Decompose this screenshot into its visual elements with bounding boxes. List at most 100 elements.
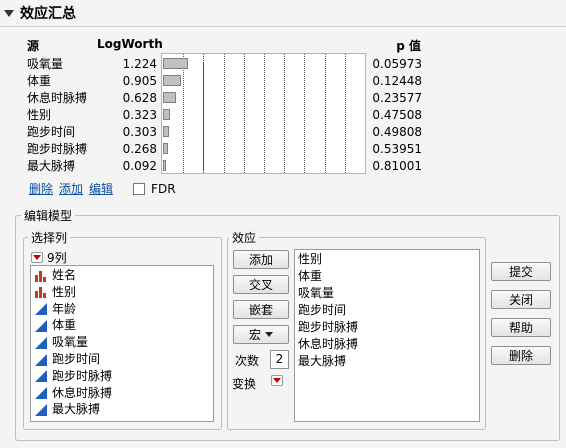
column-name: 体重 [52,318,77,333]
effect-source: 性别 [27,108,52,122]
submit-button[interactable]: 提交 [491,262,551,281]
macro-button[interactable]: 宏 [233,325,289,344]
select-columns-legend: 选择列 [28,229,71,246]
pvalue-value: 0.49808 [372,125,422,139]
effect-source: 最大脉搏 [27,159,76,173]
column-name: 休息时脉搏 [52,385,113,400]
effect-source: 跑步时脉搏 [27,142,88,156]
column-list-item[interactable]: 休息时脉搏 [35,385,112,402]
add-link[interactable]: 添加 [59,180,83,197]
nest-button[interactable]: 嵌套 [233,300,289,319]
column-name: 跑步时脉搏 [52,368,113,383]
logworth-bar [163,58,188,69]
grid-line [284,54,285,173]
grid-line [345,54,346,173]
pvalue-value: 0.47508 [372,108,422,122]
grid-line [264,54,265,173]
column-list-item[interactable]: 体重 [35,317,76,334]
effect-list-item[interactable]: 跑步时间 [298,302,346,319]
degree-label: 次数 [235,354,260,368]
column-count-dropdown[interactable]: 9列 [31,249,67,266]
column-count-label: 9列 [47,251,67,265]
continuous-icon [35,353,47,366]
grid-line [365,54,366,173]
logworth-value: 0.303 [122,125,157,139]
pvalue-header: p 值 [396,39,421,53]
effect-list-item[interactable]: 吸氧量 [298,285,334,302]
logworth-value: 0.268 [122,142,157,156]
effect-list-item[interactable]: 跑步时脉搏 [298,319,358,336]
effect-list-item[interactable]: 休息时脉搏 [298,336,358,353]
logworth-bar-chart [161,53,366,174]
pvalue-value: 0.53951 [372,142,422,156]
column-list-item[interactable]: 跑步时脉搏 [35,368,112,385]
source-header: 源 [27,39,40,53]
transform-menu[interactable] [271,375,283,386]
effect-source: 跑步时间 [27,125,76,139]
logworth-value: 0.092 [122,159,157,173]
nominal-icon [35,270,47,282]
column-list-item[interactable]: 性别 [35,284,76,301]
grid-line [325,54,326,173]
grid-line [224,54,225,173]
effect-summary-header[interactable]: 效应汇总 [4,2,76,24]
add-effect-button[interactable]: 添加 [233,250,289,269]
logworth-header: LogWorth [97,37,163,51]
column-name: 吸氧量 [52,335,89,350]
logworth-bar [163,126,169,137]
dropdown-arrow-icon [265,332,273,337]
column-name: 年龄 [52,301,77,316]
column-list-item[interactable]: 年龄 [35,301,76,318]
edit-link[interactable]: 编辑 [89,180,113,197]
grid-line [183,54,184,173]
significance-reference-line [203,62,204,171]
continuous-icon [35,387,47,400]
panel-title: 效应汇总 [20,6,76,22]
logworth-bar [163,143,168,154]
continuous-icon [35,336,47,349]
effects-list[interactable]: 性别 体重 吸氧量 跑步时间 跑步时脉搏 休息时脉搏 最大脉搏 [294,249,480,422]
red-triangle-menu-icon[interactable] [271,375,283,386]
pvalue-value: 0.81001 [372,159,422,173]
continuous-icon [35,319,47,332]
logworth-value: 0.905 [122,74,157,88]
column-list-item[interactable]: 姓名 [35,267,76,284]
nominal-icon [35,286,47,299]
disclosure-triangle-icon[interactable] [4,9,14,17]
macro-button-label: 宏 [248,328,261,342]
continuous-icon [35,403,47,416]
continuous-icon [35,370,47,383]
effect-source: 体重 [27,74,52,88]
logworth-bar [163,75,181,86]
red-triangle-menu-icon[interactable] [31,252,43,263]
column-list-item[interactable]: 跑步时间 [35,351,100,368]
title-divider [0,26,566,27]
effect-source: 休息时脉搏 [27,91,88,105]
delete-link[interactable]: 删除 [29,180,53,197]
logworth-value: 1.224 [122,57,157,71]
remove-button[interactable]: 删除 [491,346,551,365]
column-list[interactable]: 姓名性别年龄体重吸氧量 跑步时间 跑步时脉搏休息时脉搏 最大脉搏 [30,265,214,422]
logworth-value: 0.628 [122,91,157,105]
edit-model-legend: 编辑模型 [21,207,76,224]
effects-legend: 效应 [229,229,260,246]
degree-input[interactable]: 2 [270,350,289,369]
column-list-item[interactable]: 吸氧量 [35,334,88,351]
logworth-bar [163,160,166,171]
fdr-label: FDR [151,181,176,196]
cross-button[interactable]: 交叉 [233,275,289,294]
pvalue-value: 0.05973 [372,57,422,71]
grid-line [244,54,245,173]
fdr-checkbox[interactable] [133,182,146,195]
pvalue-value: 0.23577 [372,91,422,105]
help-button[interactable]: 帮助 [491,318,551,337]
logworth-bar [163,109,170,120]
column-name: 性别 [52,284,77,299]
effect-list-item[interactable]: 体重 [298,268,322,285]
effect-list-item[interactable]: 最大脉搏 [298,353,346,370]
close-button[interactable]: 关闭 [491,290,551,309]
column-name: 姓名 [52,268,77,282]
transform-label: 变换 [232,377,257,391]
effect-list-item[interactable]: 性别 [298,251,322,268]
column-list-item[interactable]: 最大脉搏 [35,401,100,418]
